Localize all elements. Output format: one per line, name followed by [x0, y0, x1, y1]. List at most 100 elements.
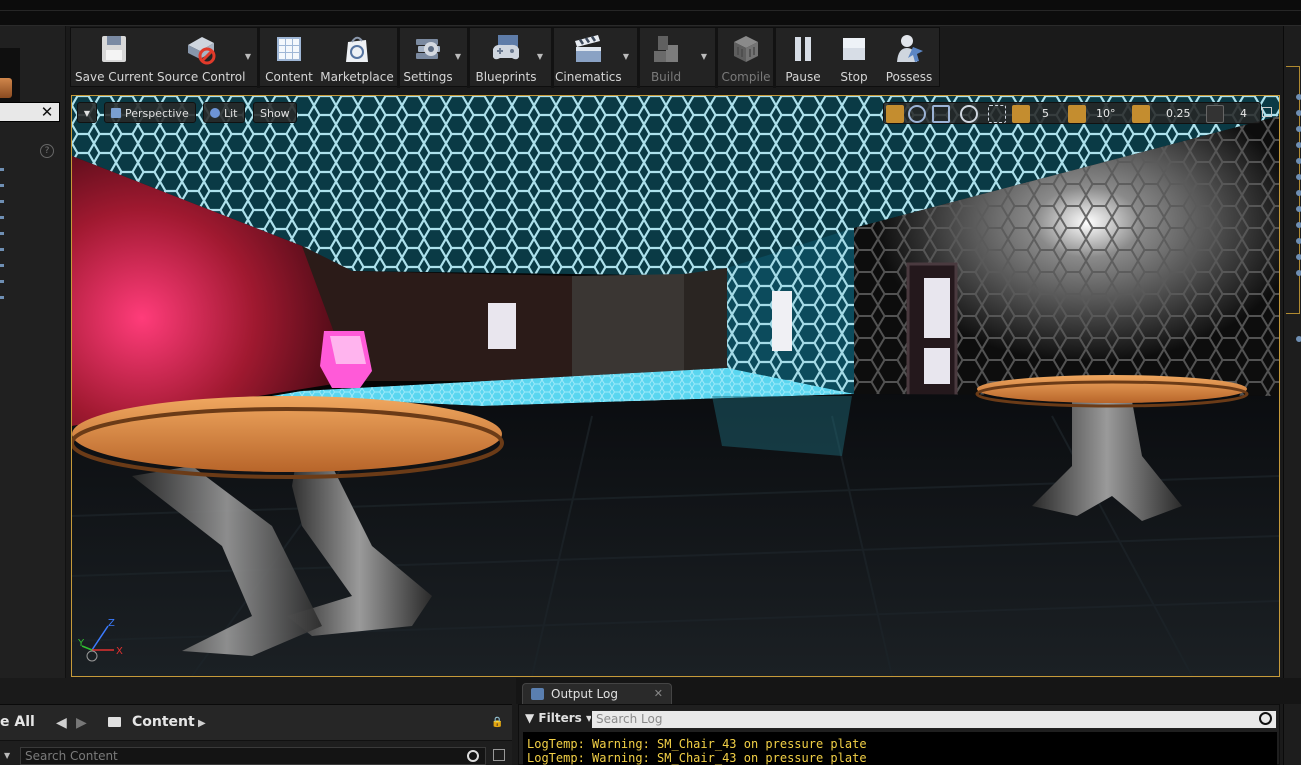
toolbar-separator	[637, 28, 640, 88]
level-viewport[interactable]: ▼ Perspective Lit Show 5 10° 0.25 4 Z X	[71, 95, 1280, 677]
content-search-input[interactable]: Search Content	[20, 747, 486, 765]
content-browser: e All ◀ ▶ Content ▶ 🔒 ▼ Search Content	[0, 704, 512, 765]
tree-marker	[0, 232, 4, 235]
show-flags-button[interactable]: Show	[253, 102, 297, 123]
actor-icon	[0, 78, 12, 98]
camera-speed-icon[interactable]	[1206, 105, 1224, 123]
save-all-button[interactable]: e All	[0, 714, 35, 730]
wall-window	[772, 291, 792, 351]
settings-dropdown-icon[interactable]: ▼	[453, 52, 463, 62]
visibility-eye-icon[interactable]	[1296, 336, 1301, 342]
toolbar-separator	[551, 28, 554, 88]
scene-render[interactable]	[72, 96, 1279, 676]
help-icon[interactable]: ?	[40, 144, 54, 158]
blueprints-dropdown-icon[interactable]: ▼	[535, 52, 545, 62]
tab-output-log[interactable]: Output Log ✕	[522, 683, 672, 705]
close-icon[interactable]: ✕	[36, 102, 58, 122]
rotation-snap-icon[interactable]	[1068, 105, 1086, 123]
tree-marker	[0, 216, 4, 219]
pause-button[interactable]: Pause	[779, 28, 827, 88]
source-control-dropdown-icon[interactable]: ▼	[243, 52, 253, 62]
search-icon[interactable]	[1259, 712, 1272, 725]
cinematics-dropdown-icon[interactable]: ▼	[621, 52, 631, 62]
visibility-eye-icon[interactable]	[1296, 174, 1301, 180]
maximize-viewport-icon[interactable]	[1262, 107, 1272, 117]
lock-icon[interactable]: 🔒	[491, 717, 503, 729]
view-mode-button[interactable]: Perspective	[104, 102, 196, 123]
viewport-options-dropdown[interactable]: ▼	[77, 102, 97, 123]
grid-snap-icon[interactable]	[1012, 105, 1030, 123]
compile-button[interactable]: Compile	[721, 28, 771, 88]
tree-marker	[0, 264, 4, 267]
filters-button[interactable]: ▼ Filters ▾	[525, 711, 592, 725]
translate-icon[interactable]	[886, 105, 904, 123]
log-search-input[interactable]: Search Log	[591, 710, 1277, 729]
save-current-button[interactable]: Save Current	[75, 28, 153, 88]
source-control-button[interactable]: Source Control	[157, 28, 245, 88]
build-dropdown-icon[interactable]: ▼	[699, 52, 709, 62]
blueprints-button[interactable]: Blueprints	[473, 28, 539, 88]
tree-marker	[0, 168, 4, 171]
scale-snap-icon[interactable]	[1132, 105, 1150, 123]
axis-gizmo: Z X Y	[78, 618, 123, 662]
filters-dropdown-icon[interactable]: ▼	[4, 751, 10, 760]
gamepad-icon	[493, 35, 519, 60]
outliner-panel-edge	[1283, 26, 1301, 765]
pause-icon	[795, 37, 811, 61]
visibility-eye-icon[interactable]	[1296, 254, 1301, 260]
stop-icon	[843, 38, 865, 60]
cinematics-button[interactable]: Cinematics	[555, 28, 622, 88]
tree-marker	[0, 200, 4, 203]
toolbar-separator	[773, 28, 776, 88]
marketplace-button[interactable]: Marketplace	[319, 28, 395, 88]
log-line[interactable]: LogTemp: Warning: SM_Chair_43 on pressur…	[527, 751, 867, 765]
visibility-eye-icon[interactable]	[1296, 190, 1301, 196]
log-lines[interactable]: LogTemp: Warning: SM_Chair_43 on pressur…	[523, 732, 1277, 765]
perspective-icon	[111, 108, 121, 118]
forward-arrow-icon[interactable]: ▶	[76, 715, 87, 731]
right-table[interactable]	[977, 375, 1247, 403]
tree-marker	[0, 248, 4, 251]
content-grid-icon	[277, 37, 301, 61]
toolbar-separator	[397, 28, 400, 88]
menu-strip	[0, 0, 1301, 26]
build-button[interactable]: Build	[643, 28, 689, 88]
world-space-icon[interactable]	[960, 105, 978, 123]
visibility-eye-icon[interactable]	[1296, 126, 1301, 132]
toolbar-separator	[715, 28, 718, 88]
visibility-eye-icon[interactable]	[1296, 238, 1301, 244]
visibility-eye-icon[interactable]	[1296, 142, 1301, 148]
build-blocks-icon	[654, 36, 678, 62]
lighting-mode-button[interactable]: Lit	[203, 102, 245, 123]
content-browser-toolbar: e All ◀ ▶ Content ▶ 🔒	[0, 705, 512, 741]
possess-person-icon	[897, 35, 923, 62]
possess-button[interactable]: Possess	[881, 28, 937, 88]
surface-snap-icon[interactable]	[988, 105, 1006, 123]
details-search-input[interactable]: ✕	[0, 102, 60, 122]
details-panel: ✕ ?	[0, 26, 66, 678]
svg-text:Z: Z	[108, 618, 115, 629]
visibility-eye-icon[interactable]	[1296, 94, 1301, 100]
visibility-eye-icon[interactable]	[1296, 158, 1301, 164]
visibility-eye-icon[interactable]	[1296, 222, 1301, 228]
close-tab-icon[interactable]: ✕	[654, 684, 663, 704]
visibility-eye-icon[interactable]	[1296, 206, 1301, 212]
marketplace-bag-icon	[346, 36, 368, 62]
content-button[interactable]: Content	[263, 28, 315, 88]
lit-sphere-icon	[210, 108, 220, 118]
back-arrow-icon[interactable]: ◀	[56, 715, 67, 731]
settings-button[interactable]: Settings	[403, 28, 453, 88]
search-icon[interactable]	[467, 750, 479, 762]
breadcrumb-content[interactable]: Content	[132, 714, 195, 730]
save-icon[interactable]	[493, 749, 505, 761]
breadcrumb-chevron-icon[interactable]: ▶	[198, 718, 206, 729]
main-toolbar: Save Current Source Control ▼ Content Ma…	[70, 27, 940, 88]
stop-button[interactable]: Stop	[831, 28, 877, 88]
rotate-icon[interactable]	[908, 105, 926, 123]
visibility-eye-icon[interactable]	[1296, 270, 1301, 276]
visibility-eye-icon[interactable]	[1296, 110, 1301, 116]
log-line[interactable]: LogTemp: Warning: SM_Chair_43 on pressur…	[527, 737, 867, 751]
transform-toolbar: 5 10° 0.25 4	[883, 102, 1261, 124]
scale-icon[interactable]	[932, 105, 950, 123]
source-control-icon	[188, 37, 216, 65]
